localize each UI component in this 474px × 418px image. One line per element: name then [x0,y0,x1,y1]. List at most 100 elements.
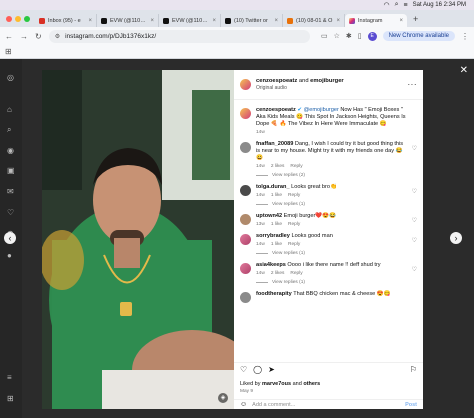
site-info-icon[interactable]: ⚙ [55,33,60,40]
browser-tab[interactable]: (10) 08-01 & O × [283,14,345,27]
search-icon[interactable]: ⌕ [395,1,399,9]
like-heart-icon[interactable]: ♡ [240,365,247,374]
post-date[interactable]: May 9 [240,389,253,394]
instagram-logo-icon[interactable]: ◎ [7,73,16,82]
wifi-icon[interactable]: ◠ [384,1,390,9]
comment-likes[interactable]: 1 like [271,222,282,227]
comment-username[interactable]: sorrybradley [256,233,290,239]
commenter-avatar[interactable] [240,292,251,303]
close-tab-icon[interactable]: × [150,18,154,24]
share-icon[interactable]: ➤ [268,365,275,374]
reply-button[interactable]: Reply [288,242,300,247]
minimize-window-button[interactable] [15,16,21,22]
back-icon[interactable]: ← [5,32,13,41]
view-replies-button[interactable]: View replies (1) [256,251,408,256]
close-tab-icon[interactable]: × [274,18,278,24]
comment-username[interactable]: fnaffan_20089 [256,141,293,147]
caption-time[interactable]: 14w [256,130,265,135]
comment-username[interactable]: uptown42 [256,213,282,219]
like-comment-heart-icon[interactable]: ♡ [412,217,417,224]
address-bar[interactable]: ⚙ instagram.com/p/DJb1376x1kz/ [48,29,310,43]
reload-icon[interactable]: ↻ [35,32,42,41]
apps-grid-icon[interactable]: ⊞ [5,47,12,56]
like-comment-heart-icon[interactable]: ♡ [412,237,417,244]
extensions-icon[interactable]: ✱ [346,32,352,40]
previous-post-button[interactable]: ‹ [4,232,16,244]
next-post-button[interactable]: › [450,232,462,244]
profile-avatar[interactable]: E [367,31,377,41]
view-replies-button[interactable]: View replies (1) [256,202,408,207]
reply-button[interactable]: Reply [288,193,300,198]
cast-icon[interactable]: ▭ [321,32,328,40]
close-tab-icon[interactable]: × [88,18,92,24]
like-comment-heart-icon[interactable]: ♡ [412,266,417,273]
close-tab-icon[interactable]: × [399,18,403,24]
audio-label[interactable]: Original audio [256,85,403,91]
comment-likes[interactable]: 2 likes [271,164,285,169]
commenter-avatar[interactable] [240,214,251,225]
browser-tab[interactable]: Inbox (95) - e × [35,14,97,27]
save-bookmark-icon[interactable]: ⚐ [410,365,417,374]
post-video[interactable]: ◈ [42,70,234,409]
new-tab-button[interactable]: + [413,14,418,24]
caption-mention[interactable]: @emojiburger [304,107,339,113]
commenter-avatar[interactable] [240,142,251,153]
like-comment-heart-icon[interactable]: ♡ [412,145,417,152]
comment-likes[interactable]: 1 like [271,242,282,247]
author-avatar[interactable] [240,79,251,90]
comment-time[interactable]: 14w [256,271,265,276]
mute-audio-icon[interactable]: ◈ [218,393,228,403]
caption-username[interactable]: cenzoespoeatz [256,107,296,113]
messages-icon[interactable]: ✉ [7,187,16,196]
forward-icon[interactable]: → [20,32,28,41]
browser-tab[interactable]: EVW (@11010) × [159,14,221,27]
comment-time[interactable]: 14w [256,164,265,169]
new-chrome-available-button[interactable]: New Chrome available [382,31,455,41]
sidepanel-icon[interactable]: ▯ [358,32,362,40]
reply-button[interactable]: Reply [290,164,302,169]
author-avatar[interactable] [240,108,251,119]
browser-tab-active[interactable]: Instagram × [345,14,407,27]
notifications-heart-icon[interactable]: ♡ [7,208,16,217]
liked-by-others[interactable]: others [303,381,320,387]
close-window-button[interactable] [6,16,12,22]
add-comment-input[interactable]: Add a comment... [252,402,400,408]
close-tab-icon[interactable]: × [336,18,340,24]
comment-username[interactable]: asia4keeps [256,262,286,268]
post-comment-button[interactable]: Post [405,402,417,408]
browser-tab[interactable]: (10) Twitter or × [221,14,283,27]
chrome-menu-icon[interactable]: ⋮ [461,32,469,41]
explore-icon[interactable]: ◉ [7,146,16,155]
view-replies-button[interactable]: View replies (2) [256,173,408,178]
comment-time[interactable]: 14w [256,193,265,198]
emoji-picker-icon[interactable]: ☺ [240,401,247,408]
close-modal-icon[interactable]: ✕ [460,65,468,76]
browser-tab[interactable]: EVW (@11010) × [97,14,159,27]
meta-grid-icon[interactable]: ⊞ [7,394,16,403]
bookmark-star-icon[interactable]: ☆ [334,32,340,40]
comment-username[interactable]: tolga.duran_ [256,184,290,190]
commenter-avatar[interactable] [240,185,251,196]
comment-likes[interactable]: 2 likes [271,271,285,276]
control-center-icon[interactable]: ≡ [404,2,408,9]
comment-time[interactable]: 13w [256,222,265,227]
comment-username[interactable]: foodtherapity [256,291,292,297]
comment-icon[interactable]: ◯ [253,365,262,374]
more-options-icon[interactable]: ··· [408,80,418,89]
commenter-avatar[interactable] [240,263,251,274]
comment-time[interactable]: 14w [256,242,265,247]
view-replies-button[interactable]: View replies (1) [256,280,408,285]
close-tab-icon[interactable]: × [212,18,216,24]
like-comment-heart-icon[interactable]: ♡ [412,188,417,195]
reply-button[interactable]: Reply [290,271,302,276]
reply-button[interactable]: Reply [288,222,300,227]
menubar-datetime[interactable]: Sat Aug 16 2:34 PM [413,2,466,8]
comment-likes[interactable]: 1 like [271,193,282,198]
zoom-window-button[interactable] [24,16,30,22]
more-menu-icon[interactable]: ≡ [7,373,16,382]
liked-by-user[interactable]: marve7ous [262,381,291,387]
reels-icon[interactable]: ▣ [7,166,16,175]
author-username[interactable]: cenzoespoeatz [256,78,297,84]
profile-icon[interactable]: ● [7,251,16,260]
home-icon[interactable]: ⌂ [7,105,16,114]
